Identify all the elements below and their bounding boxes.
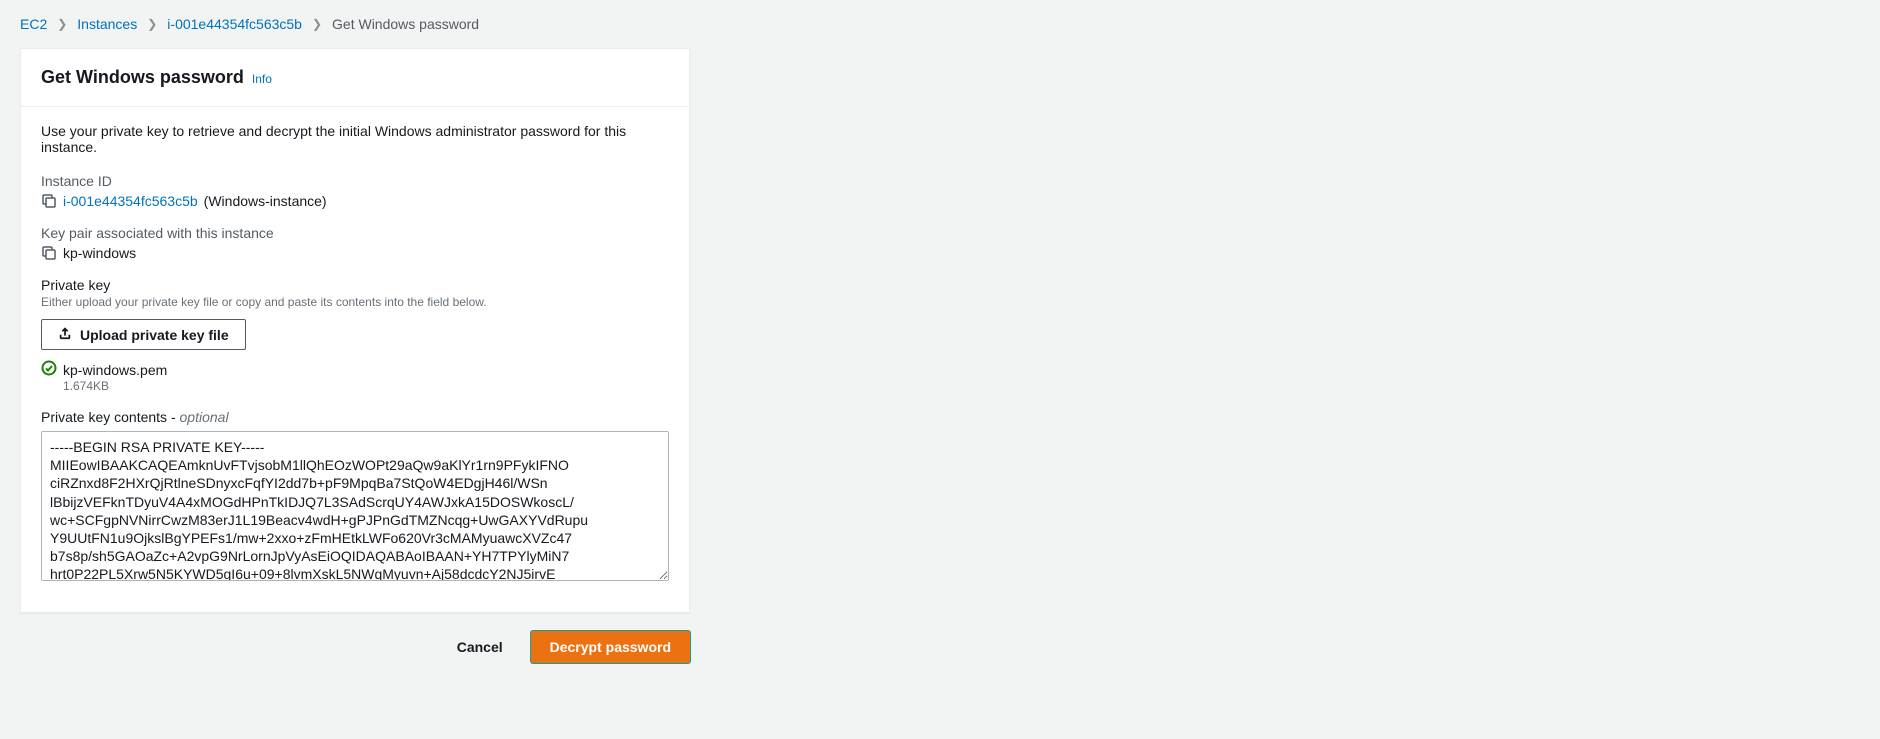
main-panel: Get Windows password Info Use your priva… xyxy=(20,48,690,613)
uploaded-file-row: kp-windows.pem xyxy=(41,360,669,379)
private-key-textarea[interactable] xyxy=(41,431,669,581)
info-link[interactable]: Info xyxy=(252,72,272,86)
breadcrumb-ec2[interactable]: EC2 xyxy=(20,16,47,32)
instance-id-label: Instance ID xyxy=(41,173,669,189)
private-key-helper: Either upload your private key file or c… xyxy=(41,295,669,309)
keypair-name: kp-windows xyxy=(63,245,136,261)
copy-icon[interactable] xyxy=(41,245,57,261)
chevron-right-icon: ❯ xyxy=(312,17,322,31)
cancel-button[interactable]: Cancel xyxy=(439,631,521,663)
uploaded-file-size: 1.674KB xyxy=(63,379,669,393)
decrypt-password-button[interactable]: Decrypt password xyxy=(531,631,690,663)
panel-body: Use your private key to retrieve and dec… xyxy=(21,107,689,612)
breadcrumb: EC2 ❯ Instances ❯ i-001e44354fc563c5b ❯ … xyxy=(20,16,1860,32)
page-title: Get Windows password xyxy=(41,67,244,88)
chevron-right-icon: ❯ xyxy=(57,17,67,31)
private-key-label: Private key xyxy=(41,277,669,293)
panel-header: Get Windows password Info xyxy=(21,49,689,107)
instance-name-suffix: (Windows-instance) xyxy=(204,193,327,209)
uploaded-file-name: kp-windows.pem xyxy=(63,362,167,378)
breadcrumb-instances[interactable]: Instances xyxy=(77,16,137,32)
copy-icon[interactable] xyxy=(41,193,57,209)
breadcrumb-instance-id[interactable]: i-001e44354fc563c5b xyxy=(167,16,302,32)
intro-text: Use your private key to retrieve and dec… xyxy=(41,123,669,155)
chevron-right-icon: ❯ xyxy=(147,17,157,31)
success-check-icon xyxy=(41,360,57,379)
keypair-label: Key pair associated with this instance xyxy=(41,225,669,241)
private-key-contents-label: Private key contents - optional xyxy=(41,409,669,425)
upload-private-key-button[interactable]: Upload private key file xyxy=(41,319,246,350)
upload-button-label: Upload private key file xyxy=(80,327,229,343)
breadcrumb-current: Get Windows password xyxy=(332,16,479,32)
action-buttons: Cancel Decrypt password xyxy=(20,631,690,663)
upload-icon xyxy=(58,326,72,343)
instance-id-link[interactable]: i-001e44354fc563c5b xyxy=(63,193,198,209)
